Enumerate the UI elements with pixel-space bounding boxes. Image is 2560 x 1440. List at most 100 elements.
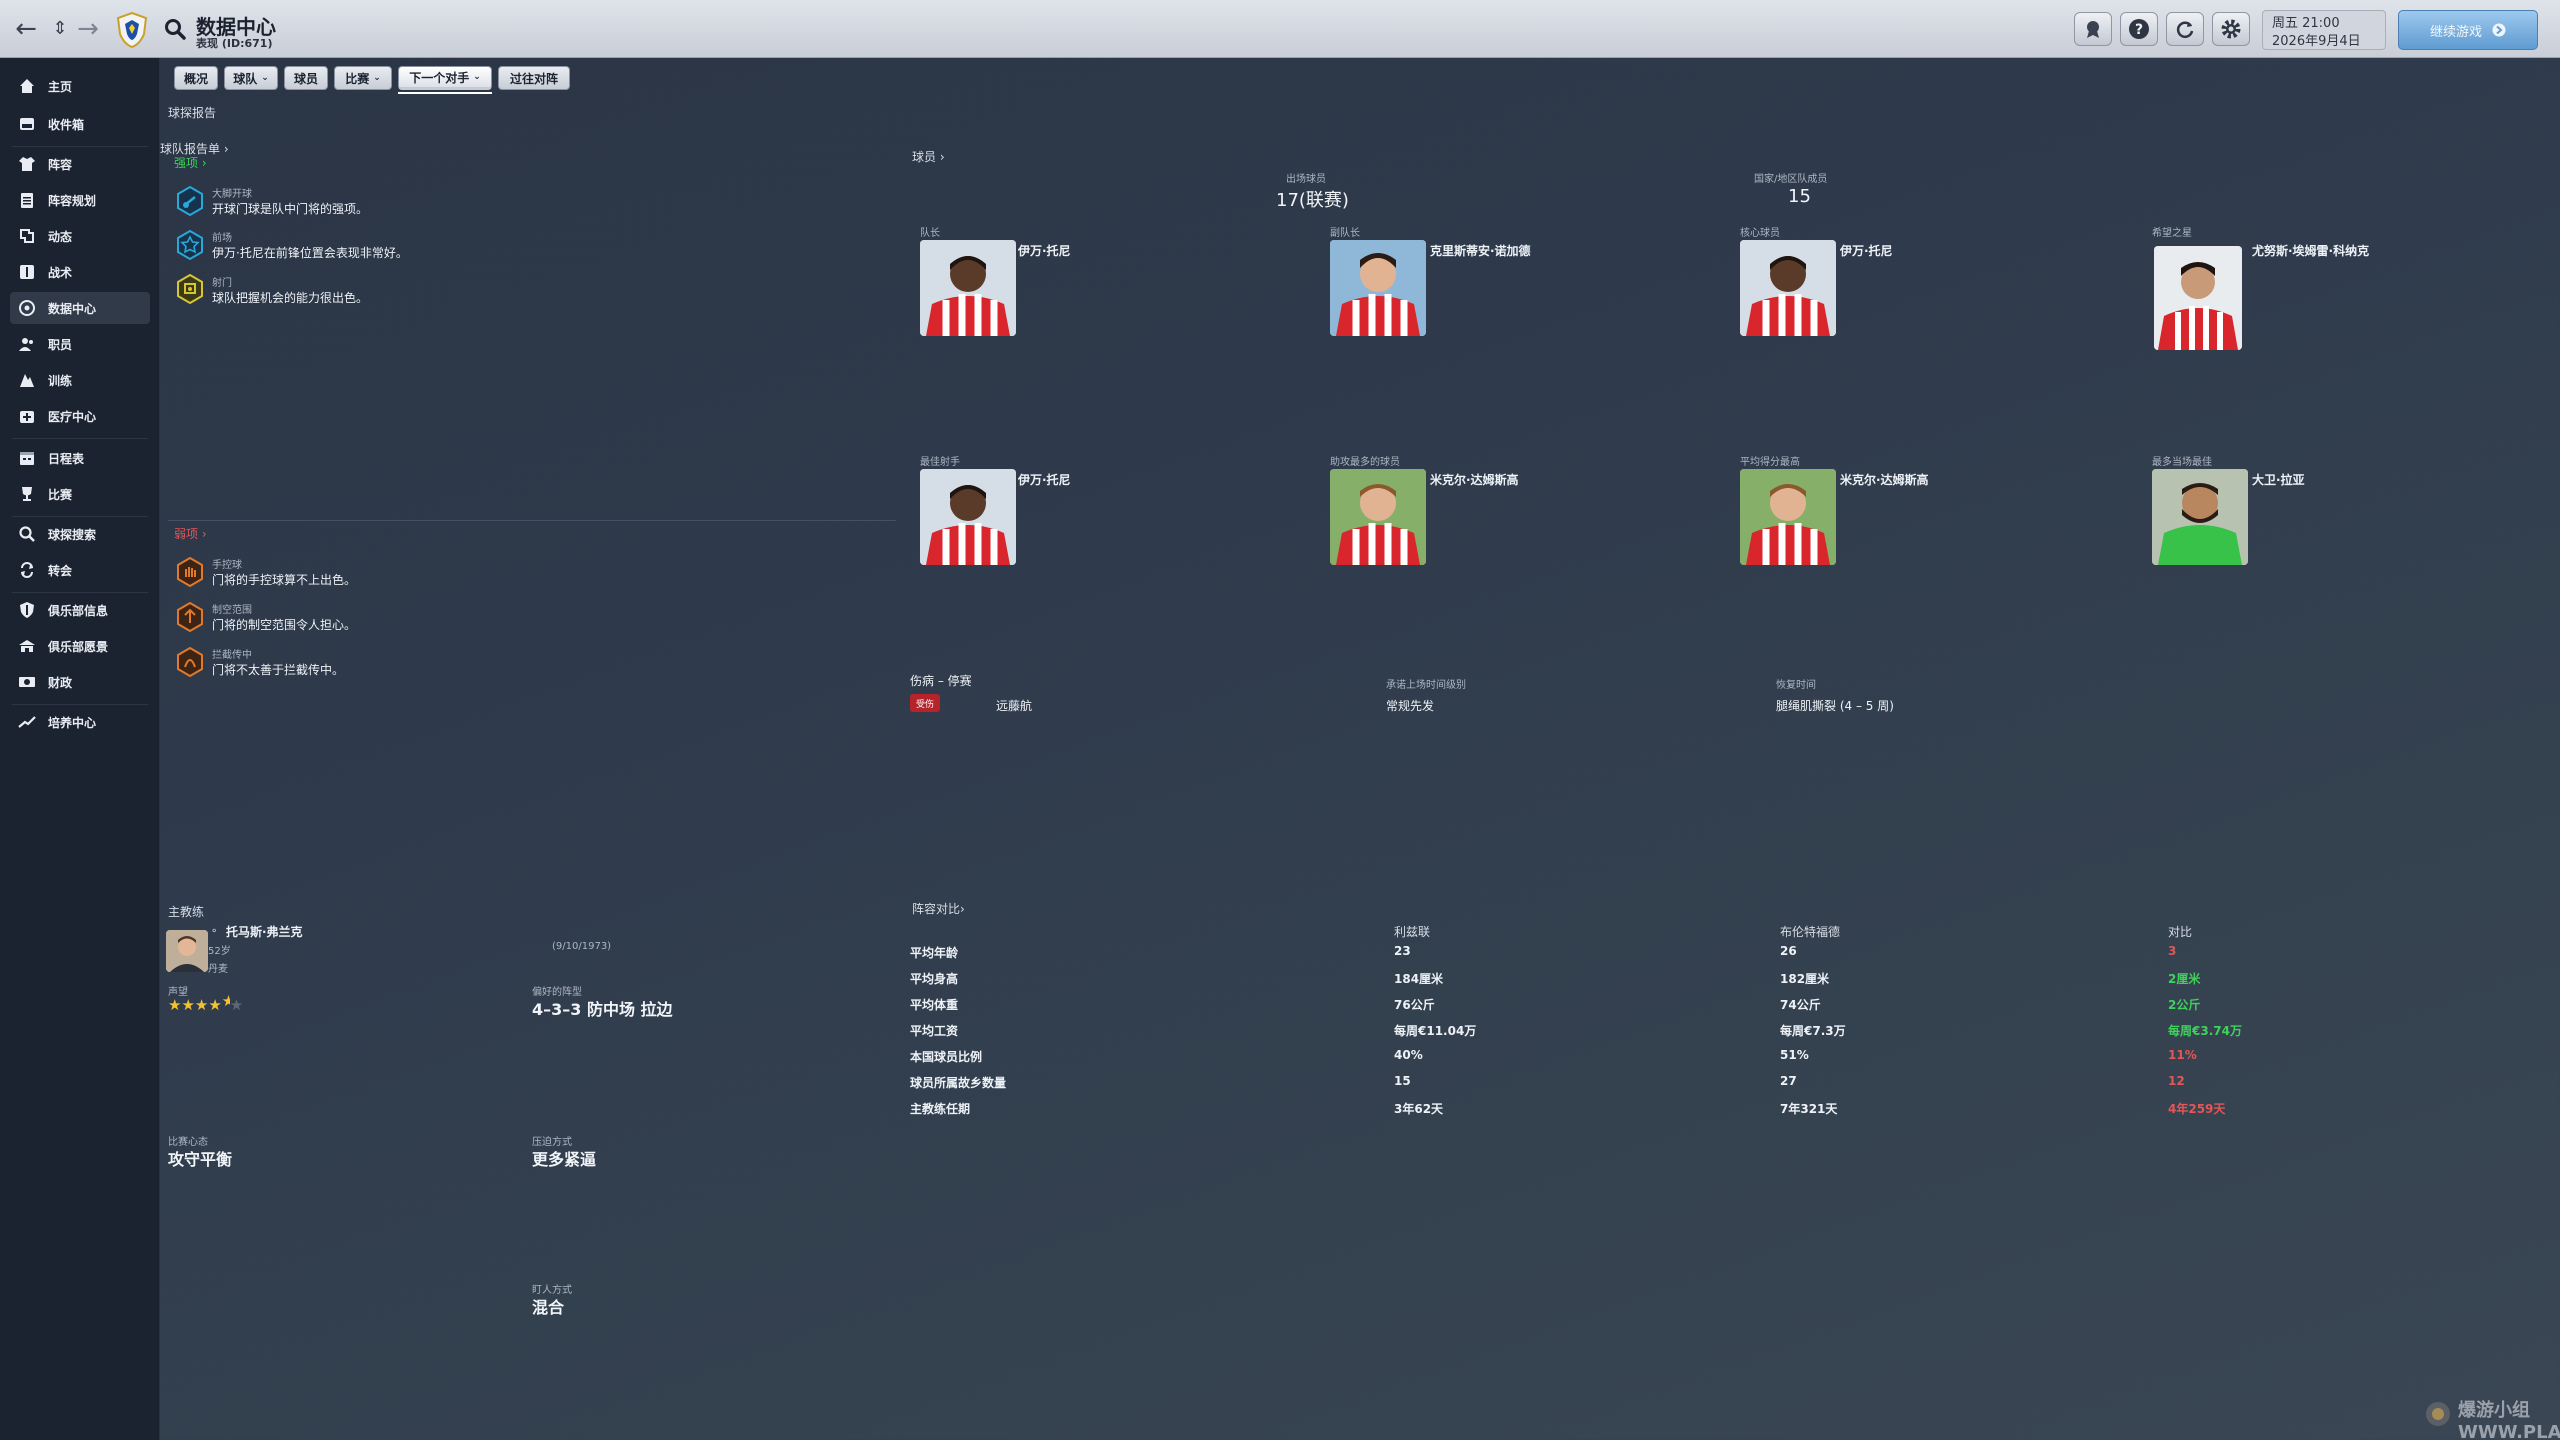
players-link[interactable]: 球员 ›	[912, 148, 945, 165]
sidebar-item-home[interactable]: 主页	[0, 70, 160, 102]
sidebar-item-club-info[interactable]: 俱乐部信息	[0, 594, 160, 626]
sidebar-label: 动态	[48, 229, 73, 244]
player-photo-wonderkid[interactable]	[2154, 246, 2242, 350]
scout-report-title: 球探报告	[168, 106, 217, 120]
player-name[interactable]: 米克尔·达姆斯高	[1840, 471, 1929, 488]
player-photo-key-player[interactable]	[1740, 240, 1836, 336]
player-photo-most-assists[interactable]	[1330, 469, 1426, 565]
strengths-link[interactable]: 强项 ›	[174, 154, 207, 171]
sidebar-label: 收件箱	[48, 117, 85, 132]
search-icon[interactable]	[164, 18, 186, 40]
sidebar-label: 比赛	[48, 487, 73, 502]
player-name[interactable]: 伊万·托尼	[1840, 242, 1893, 259]
manager-name[interactable]: 托马斯·弗兰克	[226, 923, 303, 940]
tab-team[interactable]: 球队 ⌄	[224, 66, 278, 90]
sidebar-item-finances[interactable]: 财政	[0, 666, 160, 698]
finance-icon	[19, 677, 35, 687]
player-name[interactable]: 大卫·拉亚	[2252, 471, 2305, 488]
mentality-value: 攻守平衡	[168, 1150, 233, 1169]
appearances-value: 17(联赛)	[1276, 190, 1349, 211]
player-photo-captain[interactable]	[920, 240, 1016, 336]
help-icon: ?	[2129, 19, 2149, 39]
award-button[interactable]	[2074, 12, 2112, 46]
history-updown-icon[interactable]: ⇕	[46, 14, 74, 44]
calendar-icon	[20, 452, 34, 465]
chevron-down-icon: ⌄	[261, 73, 269, 83]
player-photo-image	[1740, 240, 1836, 336]
tab-label: 球队	[233, 71, 258, 86]
sidebar-item-development[interactable]: 培养中心	[0, 706, 160, 738]
player-name[interactable]: 伊万·托尼	[1018, 471, 1071, 488]
sidebar-item-medical[interactable]: 医疗中心	[0, 400, 160, 432]
sidebar-item-squad-planner[interactable]: 阵容规划	[0, 184, 160, 216]
player-name[interactable]: 尤努斯·埃姆雷·科纳克	[2252, 242, 2369, 259]
scouting-search-icon	[19, 526, 35, 542]
player-photo-top-scorer[interactable]	[920, 469, 1016, 565]
training-icon	[20, 374, 34, 387]
chevron-right-icon: ›	[223, 142, 229, 156]
watermark: 爆游小组 WWW.PLAYSM.CC	[2424, 1396, 2560, 1440]
settings-button[interactable]	[2212, 12, 2250, 46]
manager-section-title: 主教练	[168, 905, 205, 919]
sidebar-item-tactics[interactable]: 战术	[0, 256, 160, 288]
sidebar-item-training[interactable]: 训练	[0, 364, 160, 396]
date-time: 周五 21:00	[2272, 16, 2340, 31]
manager-age: 52岁	[208, 946, 231, 957]
weaknesses-label: 弱项	[174, 527, 199, 541]
manager-photo[interactable]	[166, 930, 208, 972]
player-name[interactable]: 米克尔·达姆斯高	[1430, 471, 1519, 488]
injured-playing-time: 常规先发	[1386, 699, 1435, 713]
back-arrow-icon[interactable]: ←	[12, 14, 40, 44]
sidebar-item-staff[interactable]: 职员	[0, 328, 160, 360]
formation-value: 4–3–3 防中场 拉边	[532, 1000, 673, 1019]
tab-players[interactable]: 球员	[284, 66, 328, 90]
sidebar-item-competitions[interactable]: 比赛	[0, 478, 160, 510]
refresh-button[interactable]	[2166, 12, 2204, 46]
shooting-icon	[177, 274, 203, 304]
sidebar-item-squad[interactable]: 阵容	[0, 148, 160, 180]
dynamics-icon	[20, 229, 34, 243]
sidebar-divider	[12, 146, 148, 147]
reputation-star-icon: ★★★★	[168, 996, 222, 1014]
strength-title: 前场	[212, 233, 232, 244]
tab-head-to-head[interactable]: 过往对阵	[498, 66, 570, 90]
injured-player-name[interactable]: 远藤航	[996, 697, 1032, 714]
award-icon	[2087, 21, 2099, 38]
comparison-team2-value: 51%	[1780, 1048, 1809, 1062]
sidebar-label: 球探搜索	[48, 527, 97, 542]
player-photo-most-motm[interactable]	[2152, 469, 2248, 565]
col-header-team1: 利兹联	[1394, 925, 1431, 939]
continue-button[interactable]: 继续游戏	[2398, 10, 2538, 50]
player-name[interactable]: 克里斯蒂安·诺加德	[1430, 242, 1531, 259]
help-button[interactable]: ?	[2120, 12, 2158, 46]
player-photo-vice-captain[interactable]	[1330, 240, 1426, 336]
player-photo-best-rating[interactable]	[1740, 469, 1836, 565]
manager-nation: 丹麦	[208, 964, 228, 975]
comparison-team2-value: 26	[1780, 944, 1797, 958]
comparison-diff-value: 4年259天	[2168, 1102, 2226, 1116]
sidebar-item-dynamics[interactable]: 动态	[0, 220, 160, 252]
sidebar-item-inbox[interactable]: 收件箱	[0, 108, 160, 140]
sidebar-item-transfers[interactable]: 转会	[0, 554, 160, 586]
tab-next-opponent[interactable]: 下一个对手 ⌄	[398, 66, 492, 90]
sidebar-item-data-hub[interactable]: 数据中心	[10, 292, 150, 324]
manager-photo-image	[166, 930, 208, 972]
comparison-row-label: 平均身高	[910, 972, 959, 986]
player-name[interactable]: 伊万·托尼	[1018, 242, 1071, 259]
weaknesses-link[interactable]: 弱项 ›	[174, 525, 207, 542]
tab-matches[interactable]: 比赛 ⌄	[334, 66, 392, 90]
forward-arrow-icon[interactable]: →	[74, 14, 102, 44]
reputation-stars: ★★★★★★	[168, 992, 243, 1014]
sidebar-item-scouting[interactable]: 球探搜索	[0, 518, 160, 550]
tab-overview[interactable]: 概况	[174, 66, 218, 90]
sidebar-item-club-vision[interactable]: 俱乐部愿景	[0, 630, 160, 662]
club-crest-icon[interactable]	[116, 12, 148, 48]
squad-comparison-link[interactable]: 阵容对比›	[912, 900, 965, 917]
club-shield-icon	[20, 602, 34, 618]
sidebar-item-schedule[interactable]: 日程表	[0, 442, 160, 474]
tab-label: 下一个对手	[409, 70, 470, 85]
forward-icon	[177, 230, 203, 260]
comparison-row-label: 平均年龄	[910, 946, 959, 960]
comparison-row-label: 平均体重	[910, 998, 959, 1012]
active-tab-indicator	[398, 92, 492, 94]
